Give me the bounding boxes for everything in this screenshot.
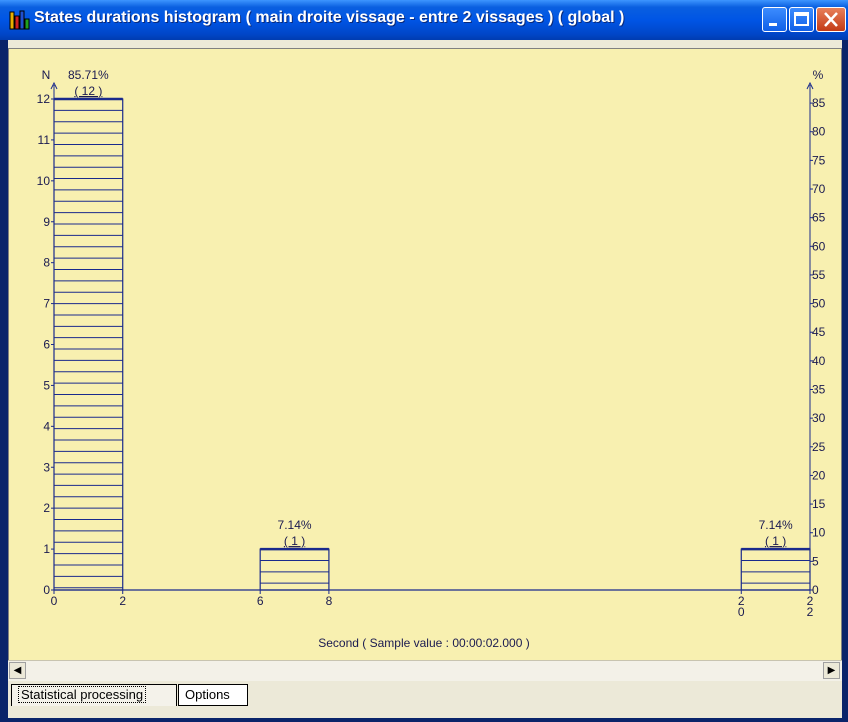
y-right-tick-label: 10 xyxy=(812,526,826,540)
y-right-tick-label: 80 xyxy=(812,125,826,139)
maximize-icon xyxy=(794,12,809,26)
x-tick-label: 2 xyxy=(807,605,814,619)
y-right-tick-label: 40 xyxy=(812,354,826,368)
y-right-axis-label: % xyxy=(813,68,824,82)
x-tick-label: 2 xyxy=(119,594,126,608)
y-left-tick-label: 0 xyxy=(43,583,50,597)
x-tick-label: 6 xyxy=(257,594,264,608)
y-left-tick-label: 3 xyxy=(43,460,50,474)
y-right-tick-label: 70 xyxy=(812,182,826,196)
maximize-button[interactable] xyxy=(789,7,814,32)
y-left-tick-label: 4 xyxy=(43,419,50,433)
y-left-tick-label: 1 xyxy=(43,542,50,556)
bar-percent-label: 7.14% xyxy=(759,518,793,532)
tab-options[interactable]: Options xyxy=(178,684,248,706)
y-right-tick-label: 50 xyxy=(812,297,826,311)
y-left-tick-label: 7 xyxy=(43,297,50,311)
y-right-tick-label: 15 xyxy=(812,497,826,511)
histogram-plot-area: N% 0 1 2 3 4 5 6 7 8 9 10 11 12 0 5 10 15 20 25 30 35 40 45 50 55… xyxy=(8,48,842,670)
histogram-bar xyxy=(740,548,811,591)
tab-statistical-processing[interactable]: Statistical processing xyxy=(11,684,177,706)
y-right-tick-label: 45 xyxy=(812,325,826,339)
y-right-tick-label: 5 xyxy=(812,554,819,568)
y-right-tick-label: 30 xyxy=(812,411,826,425)
y-left-tick-label: 8 xyxy=(43,256,50,270)
y-right-tick-label: 65 xyxy=(812,211,826,225)
histogram-bar xyxy=(53,98,124,591)
bar-percent-label: 7.14% xyxy=(278,518,312,532)
title-bar[interactable]: States durations histogram ( main droite… xyxy=(0,0,848,40)
bar-count-label: ( 12 ) xyxy=(74,84,102,98)
tab-strip: Statistical processing Options xyxy=(8,682,842,712)
x-tick-label: 0 xyxy=(738,605,745,619)
close-button[interactable] xyxy=(816,7,846,32)
y-left-tick-label: 2 xyxy=(43,501,50,515)
bar-count-label: ( 1 ) xyxy=(765,534,786,548)
x-tick-label: 0 xyxy=(51,594,58,608)
minimize-button[interactable] xyxy=(762,7,787,32)
histogram-bar xyxy=(259,548,330,591)
scroll-left-arrow-icon[interactable]: ◀ xyxy=(9,662,26,679)
window-title: States durations histogram ( main droite… xyxy=(34,9,625,26)
y-left-tick-label: 5 xyxy=(43,378,50,392)
x-tick-label: 8 xyxy=(326,594,333,608)
y-right-tick-label: 60 xyxy=(812,239,826,253)
bar-count-label: ( 1 ) xyxy=(284,534,305,548)
histogram-icon xyxy=(9,10,30,30)
y-right-tick-label: 35 xyxy=(812,383,826,397)
scroll-right-arrow-icon[interactable]: ▶ xyxy=(823,662,840,679)
y-left-tick-label: 11 xyxy=(38,133,51,147)
y-right-tick-label: 55 xyxy=(812,268,826,282)
tab-label: Options xyxy=(185,687,230,702)
client-area: N% 0 1 2 3 4 5 6 7 8 9 10 11 12 0 5 10 15 20 25 30 35 40 45 50 55… xyxy=(8,40,842,718)
horizontal-scrollbar[interactable]: ◀ ▶ xyxy=(8,660,842,681)
histogram-chart: N %01234567891011120510152025303540455055… xyxy=(37,68,826,650)
y-left-tick-label: 9 xyxy=(43,215,50,229)
y-left-tick-label: 10 xyxy=(37,174,51,188)
tab-label: Statistical processing xyxy=(18,686,147,703)
minimize-icon xyxy=(769,23,777,26)
y-right-tick-label: 85 xyxy=(812,96,826,110)
bar-percent-label: 85.71% xyxy=(68,68,109,82)
y-left-tick-label: 6 xyxy=(43,338,50,352)
y-right-tick-label: 20 xyxy=(812,468,826,482)
y-right-tick-label: 75 xyxy=(812,153,826,167)
y-left-axis-label: N xyxy=(42,68,51,82)
application-window: States durations histogram ( main droite… xyxy=(0,0,848,722)
y-left-tick-label: 12 xyxy=(37,92,51,106)
x-axis-caption: Second ( Sample value : 00:00:02.000 ) xyxy=(318,636,529,650)
y-right-tick-label: 25 xyxy=(812,440,826,454)
close-icon xyxy=(824,12,838,27)
